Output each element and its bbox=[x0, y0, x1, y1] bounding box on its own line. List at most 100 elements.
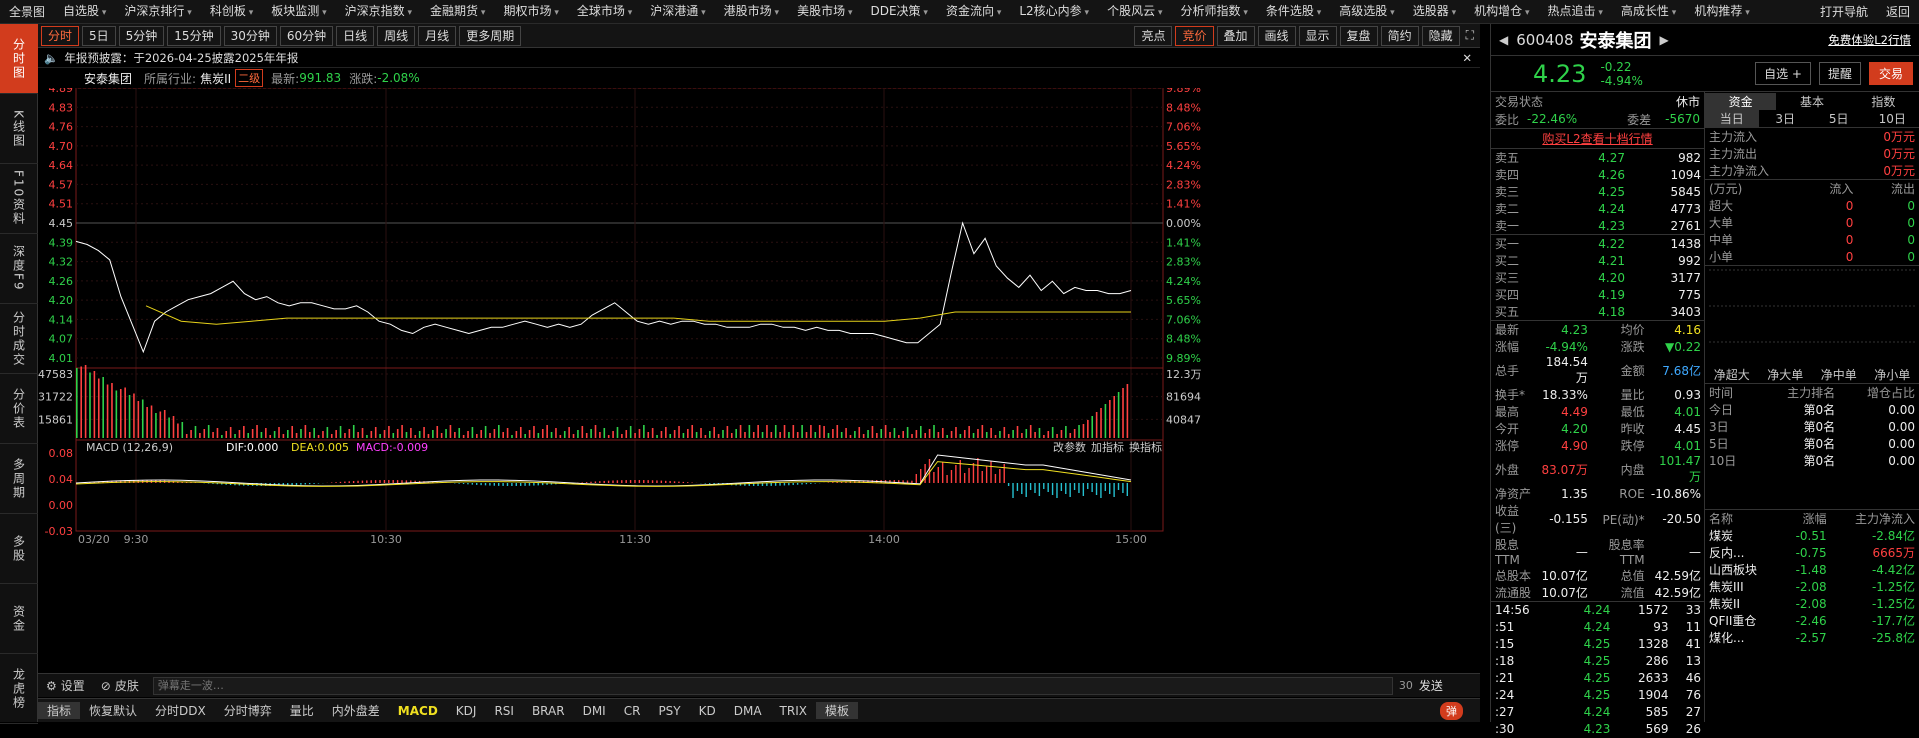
period-button[interactable]: 60分钟 bbox=[280, 26, 333, 46]
close-icon[interactable]: ✕ bbox=[1462, 51, 1472, 65]
tool-button[interactable]: 画线 bbox=[1258, 26, 1296, 46]
menu-item[interactable]: 自选股 bbox=[54, 0, 115, 25]
skin-button[interactable]: 皮肤 bbox=[115, 677, 139, 694]
left-tab[interactable]: 分时成交 bbox=[0, 304, 38, 374]
menu-item[interactable]: 分析师指数 bbox=[1171, 0, 1256, 25]
menu-item[interactable]: 板块监测 bbox=[262, 0, 335, 25]
next-stock-icon[interactable]: ▶ bbox=[1660, 33, 1669, 47]
menu-item[interactable]: 返回 bbox=[1877, 0, 1919, 24]
industry-level-badge[interactable]: 二级 bbox=[235, 69, 263, 87]
menu-item[interactable]: 沪深港通 bbox=[641, 0, 714, 25]
funds-period[interactable]: 5日 bbox=[1812, 110, 1866, 127]
menu-item[interactable]: 港股市场 bbox=[715, 0, 788, 25]
buy-l2-link[interactable]: 购买L2查看十档行情 bbox=[1542, 130, 1652, 147]
prev-stock-icon[interactable]: ◀ bbox=[1499, 33, 1508, 47]
left-tab[interactable]: 资金 bbox=[0, 584, 38, 654]
menu-item[interactable]: 热点追击 bbox=[1539, 0, 1612, 25]
menu-item[interactable]: 科创板 bbox=[201, 0, 262, 25]
left-tab[interactable]: 深度F9 bbox=[0, 234, 38, 304]
macd-button[interactable]: 加指标 bbox=[1091, 440, 1124, 454]
notice-text[interactable]: 年报预披露：于2026-04-25披露2025年年报 bbox=[64, 50, 298, 66]
remind-button[interactable]: 提醒 bbox=[1819, 62, 1861, 85]
indicator-tab[interactable]: KDJ bbox=[447, 704, 486, 718]
menu-item[interactable]: 机构推荐 bbox=[1685, 0, 1758, 25]
indicator-tab[interactable]: PSY bbox=[649, 704, 689, 718]
funds-period[interactable]: 10日 bbox=[1866, 110, 1919, 127]
menu-item[interactable]: 个股风云 bbox=[1098, 0, 1171, 25]
menu-item[interactable]: 高成长性 bbox=[1612, 0, 1685, 25]
period-button[interactable]: 月线 bbox=[418, 26, 456, 46]
trade-button[interactable]: 交易 bbox=[1869, 62, 1913, 85]
funds-tab[interactable]: 指数 bbox=[1848, 93, 1919, 110]
menu-item[interactable]: 高级选股 bbox=[1330, 0, 1403, 25]
left-tab[interactable]: F10资料 bbox=[0, 164, 38, 234]
danmu-input[interactable] bbox=[153, 677, 1393, 695]
indicator-tab[interactable]: 分时DDX bbox=[146, 702, 215, 719]
free-trial-link[interactable]: 免费体验L2行情 bbox=[1828, 32, 1911, 48]
menu-item[interactable]: 条件选股 bbox=[1257, 0, 1330, 25]
period-button[interactable]: 5日 bbox=[82, 26, 116, 46]
tool-button[interactable]: 亮点 bbox=[1134, 26, 1172, 46]
indicator-tab[interactable]: MACD bbox=[389, 704, 447, 718]
period-button[interactable]: 分时 bbox=[41, 26, 79, 46]
menu-item[interactable]: 资金流向 bbox=[937, 0, 1010, 25]
menu-item[interactable]: L2核心内参 bbox=[1010, 0, 1098, 25]
indicator-tab[interactable]: 模板 bbox=[816, 702, 858, 719]
period-button[interactable]: 5分钟 bbox=[119, 26, 165, 46]
settings-icon[interactable]: ⚙ bbox=[46, 679, 57, 693]
tool-button[interactable]: 显示 bbox=[1299, 26, 1337, 46]
period-button[interactable]: 更多周期 bbox=[459, 26, 521, 46]
indicator-tab[interactable]: BRAR bbox=[523, 704, 574, 718]
menu-item[interactable]: DDE决策 bbox=[861, 0, 936, 25]
tool-button[interactable]: 叠加 bbox=[1217, 26, 1255, 46]
menu-item[interactable]: 沪深京指数 bbox=[336, 0, 421, 25]
funds-period[interactable]: 3日 bbox=[1759, 110, 1813, 127]
funds-tab[interactable]: 基本 bbox=[1776, 93, 1847, 110]
macd-button[interactable]: 改参数 bbox=[1053, 440, 1086, 454]
menu-item[interactable]: 全景图 bbox=[0, 0, 54, 24]
period-button[interactable]: 周线 bbox=[377, 26, 415, 46]
indicator-tab[interactable]: RSI bbox=[485, 704, 523, 718]
period-button[interactable]: 15分钟 bbox=[167, 26, 220, 46]
settings-button[interactable]: 设置 bbox=[61, 677, 85, 694]
indicator-tab[interactable]: DMA bbox=[725, 704, 771, 718]
tool-button[interactable]: 隐藏 bbox=[1422, 26, 1460, 46]
indicator-tab[interactable]: 分时博弈 bbox=[215, 702, 281, 719]
menu-item[interactable]: 全球市场 bbox=[568, 0, 641, 25]
menu-item[interactable]: 选股器 bbox=[1404, 0, 1465, 25]
menu-item[interactable]: 打开导航 bbox=[1811, 0, 1877, 24]
menu-item[interactable]: 金融期货 bbox=[421, 0, 494, 25]
send-button[interactable]: 发送 bbox=[1419, 677, 1443, 694]
indicator-tab[interactable]: DMI bbox=[574, 704, 615, 718]
left-tab[interactable]: 多周期 bbox=[0, 444, 38, 514]
indicator-tab[interactable]: 内外盘差 bbox=[323, 702, 389, 719]
menu-item[interactable]: 沪深京排行 bbox=[115, 0, 200, 25]
macd-button[interactable]: 换指标 bbox=[1129, 440, 1162, 454]
tool-button[interactable]: 竞价 bbox=[1175, 26, 1213, 46]
indicator-tab[interactable]: KD bbox=[690, 704, 725, 718]
tool-button[interactable]: 简约 bbox=[1381, 26, 1419, 46]
indicator-tab[interactable]: TRIX bbox=[771, 704, 816, 718]
left-tab[interactable]: 分价表 bbox=[0, 374, 38, 444]
indicator-tab[interactable]: 恢复默认 bbox=[80, 702, 146, 719]
left-tab[interactable]: 多股 bbox=[0, 514, 38, 584]
funds-tab[interactable]: 资金 bbox=[1705, 93, 1776, 110]
danmu-toggle[interactable]: 弹 bbox=[1440, 702, 1463, 720]
indicator-tab[interactable]: CR bbox=[615, 704, 650, 718]
tool-button[interactable]: 复盘 bbox=[1340, 26, 1378, 46]
period-button[interactable]: 日线 bbox=[336, 26, 374, 46]
intraday-chart[interactable]: 4.899.89%4.838.48%4.767.06%4.705.65%4.64… bbox=[38, 88, 1480, 673]
menu-item[interactable]: 机构增仓 bbox=[1465, 0, 1538, 25]
indicator-tab[interactable]: 量比 bbox=[281, 702, 323, 719]
add-favorite-button[interactable]: 自选 + bbox=[1755, 62, 1811, 85]
industry-name[interactable]: 焦炭II bbox=[200, 70, 231, 87]
funds-period[interactable]: 当日 bbox=[1705, 110, 1759, 127]
left-tab[interactable]: 龙虎榜 bbox=[0, 654, 38, 724]
left-tab[interactable]: K线图 bbox=[0, 94, 38, 164]
menu-item[interactable]: 美股市场 bbox=[788, 0, 861, 25]
skin-icon[interactable]: ⊘ bbox=[101, 679, 111, 693]
left-tab[interactable]: 分时图 bbox=[0, 24, 38, 94]
indicator-tab[interactable]: 指标 bbox=[38, 702, 80, 719]
period-button[interactable]: 30分钟 bbox=[224, 26, 277, 46]
menu-item[interactable]: 期权市场 bbox=[494, 0, 567, 25]
